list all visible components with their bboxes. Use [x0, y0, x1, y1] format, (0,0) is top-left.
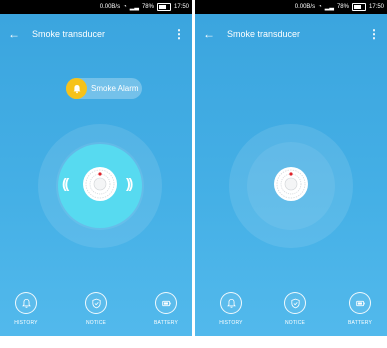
phone-screen-alarm: 0.00B/s ◔ ▂▃ 78% 17:50 ← Smoke transduce…	[0, 0, 192, 336]
history-button[interactable]: HISTORY	[8, 292, 44, 326]
more-options-icon[interactable]: ⋮	[173, 28, 185, 40]
page-title: Smoke transducer	[32, 29, 106, 39]
clock: 17:50	[368, 4, 384, 10]
alarm-label: Smoke Alarm	[91, 84, 139, 93]
bell-outline-icon	[15, 292, 37, 314]
back-arrow-icon[interactable]: ←	[8, 28, 28, 40]
wifi-icon: ◔	[123, 4, 127, 10]
phone-screen-normal: 0.00B/s ◔ ▂▃ 78% 17:50 ← Smoke transduce…	[195, 0, 387, 336]
smoke-alarm-badge: Smoke Alarm	[66, 78, 142, 99]
status-battery-icon	[156, 3, 171, 11]
bell-outline-icon	[220, 292, 242, 314]
history-label: HISTORY	[14, 320, 38, 326]
bottom-nav: HISTORY NOTICE BATTERY	[0, 272, 192, 336]
battery-percent: 78%	[336, 4, 349, 10]
signal-wave-left-icon: ((	[62, 175, 69, 191]
notice-button[interactable]: NOTICE	[78, 292, 114, 326]
signal-icon: ▂▃	[129, 4, 139, 11]
battery-percent: 78%	[141, 4, 154, 10]
back-arrow-icon[interactable]: ←	[203, 28, 223, 40]
clock: 17:50	[173, 4, 189, 10]
more-options-icon[interactable]: ⋮	[368, 28, 380, 40]
page-title: Smoke transducer	[227, 29, 301, 39]
battery-label: BATTERY	[348, 320, 372, 326]
bottom-nav: HISTORY NOTICE BATTERY	[195, 272, 387, 336]
notice-button[interactable]: NOTICE	[277, 292, 313, 326]
battery-icon	[155, 292, 177, 314]
network-speed: 0.00B/s	[99, 4, 121, 10]
smoke-detector-icon[interactable]	[273, 166, 309, 202]
notice-label: NOTICE	[284, 320, 306, 326]
network-speed: 0.00B/s	[294, 4, 316, 10]
history-button[interactable]: HISTORY	[213, 292, 249, 326]
smoke-detector-icon[interactable]	[82, 166, 118, 202]
history-label: HISTORY	[219, 320, 243, 326]
bell-icon	[66, 78, 87, 99]
wifi-icon: ◔	[318, 4, 322, 10]
status-bar: 0.00B/s ◔ ▂▃ 78% 17:50	[0, 0, 192, 14]
battery-label: BATTERY	[154, 320, 178, 326]
app-bar: ← Smoke transducer ⋮	[0, 24, 192, 44]
battery-button[interactable]: BATTERY	[148, 292, 184, 326]
notice-label: NOTICE	[85, 320, 107, 326]
battery-button[interactable]: BATTERY	[342, 292, 378, 326]
battery-icon	[349, 292, 371, 314]
page-background	[0, 336, 387, 348]
shield-icon	[85, 292, 107, 314]
status-battery-icon	[351, 3, 366, 11]
app-bar: ← Smoke transducer ⋮	[195, 24, 387, 44]
signal-icon: ▂▃	[324, 4, 334, 11]
signal-wave-right-icon: ))	[126, 175, 133, 191]
status-bar: 0.00B/s ◔ ▂▃ 78% 17:50	[195, 0, 387, 14]
shield-icon	[284, 292, 306, 314]
